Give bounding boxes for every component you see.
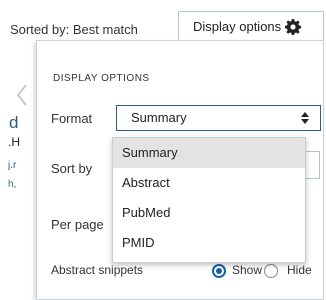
background-text: .H [8, 135, 20, 149]
snippet-hide-radio[interactable] [264, 264, 278, 278]
snippet-hide-label: Hide [287, 263, 312, 277]
snippet-show-radio[interactable] [212, 264, 226, 278]
format-label: Format [51, 111, 93, 126]
gear-icon [285, 18, 302, 35]
background-text: j.r [8, 160, 17, 171]
format-option-pmid[interactable]: PMID [113, 228, 305, 258]
sort-by-label: Sort by [51, 161, 93, 176]
background-text: d [9, 113, 19, 132]
format-dropdown-list: Summary Abstract PubMed PMID [112, 137, 306, 263]
format-option-pubmed[interactable]: PubMed [113, 198, 305, 228]
format-option-abstract[interactable]: Abstract [113, 168, 305, 198]
chevron-left-icon [16, 84, 27, 106]
background-text: h, [8, 179, 17, 190]
format-select[interactable]: Summary [116, 105, 321, 131]
sort-arrows-icon [301, 112, 309, 124]
panel-title: DISPLAY OPTIONS [53, 73, 150, 84]
snippet-show-label: Show [232, 263, 263, 277]
per-page-label: Per page [51, 217, 104, 232]
format-option-summary[interactable]: Summary [113, 138, 305, 168]
abstract-snippets-label: Abstract snippets [51, 263, 144, 277]
display-options-button[interactable]: Display options [178, 11, 324, 41]
sorted-by-label: Sorted by: Best match [10, 22, 138, 37]
sort-by-select[interactable] [306, 151, 320, 179]
display-options-label: Display options [193, 19, 282, 34]
format-select-value: Summary [131, 110, 187, 125]
